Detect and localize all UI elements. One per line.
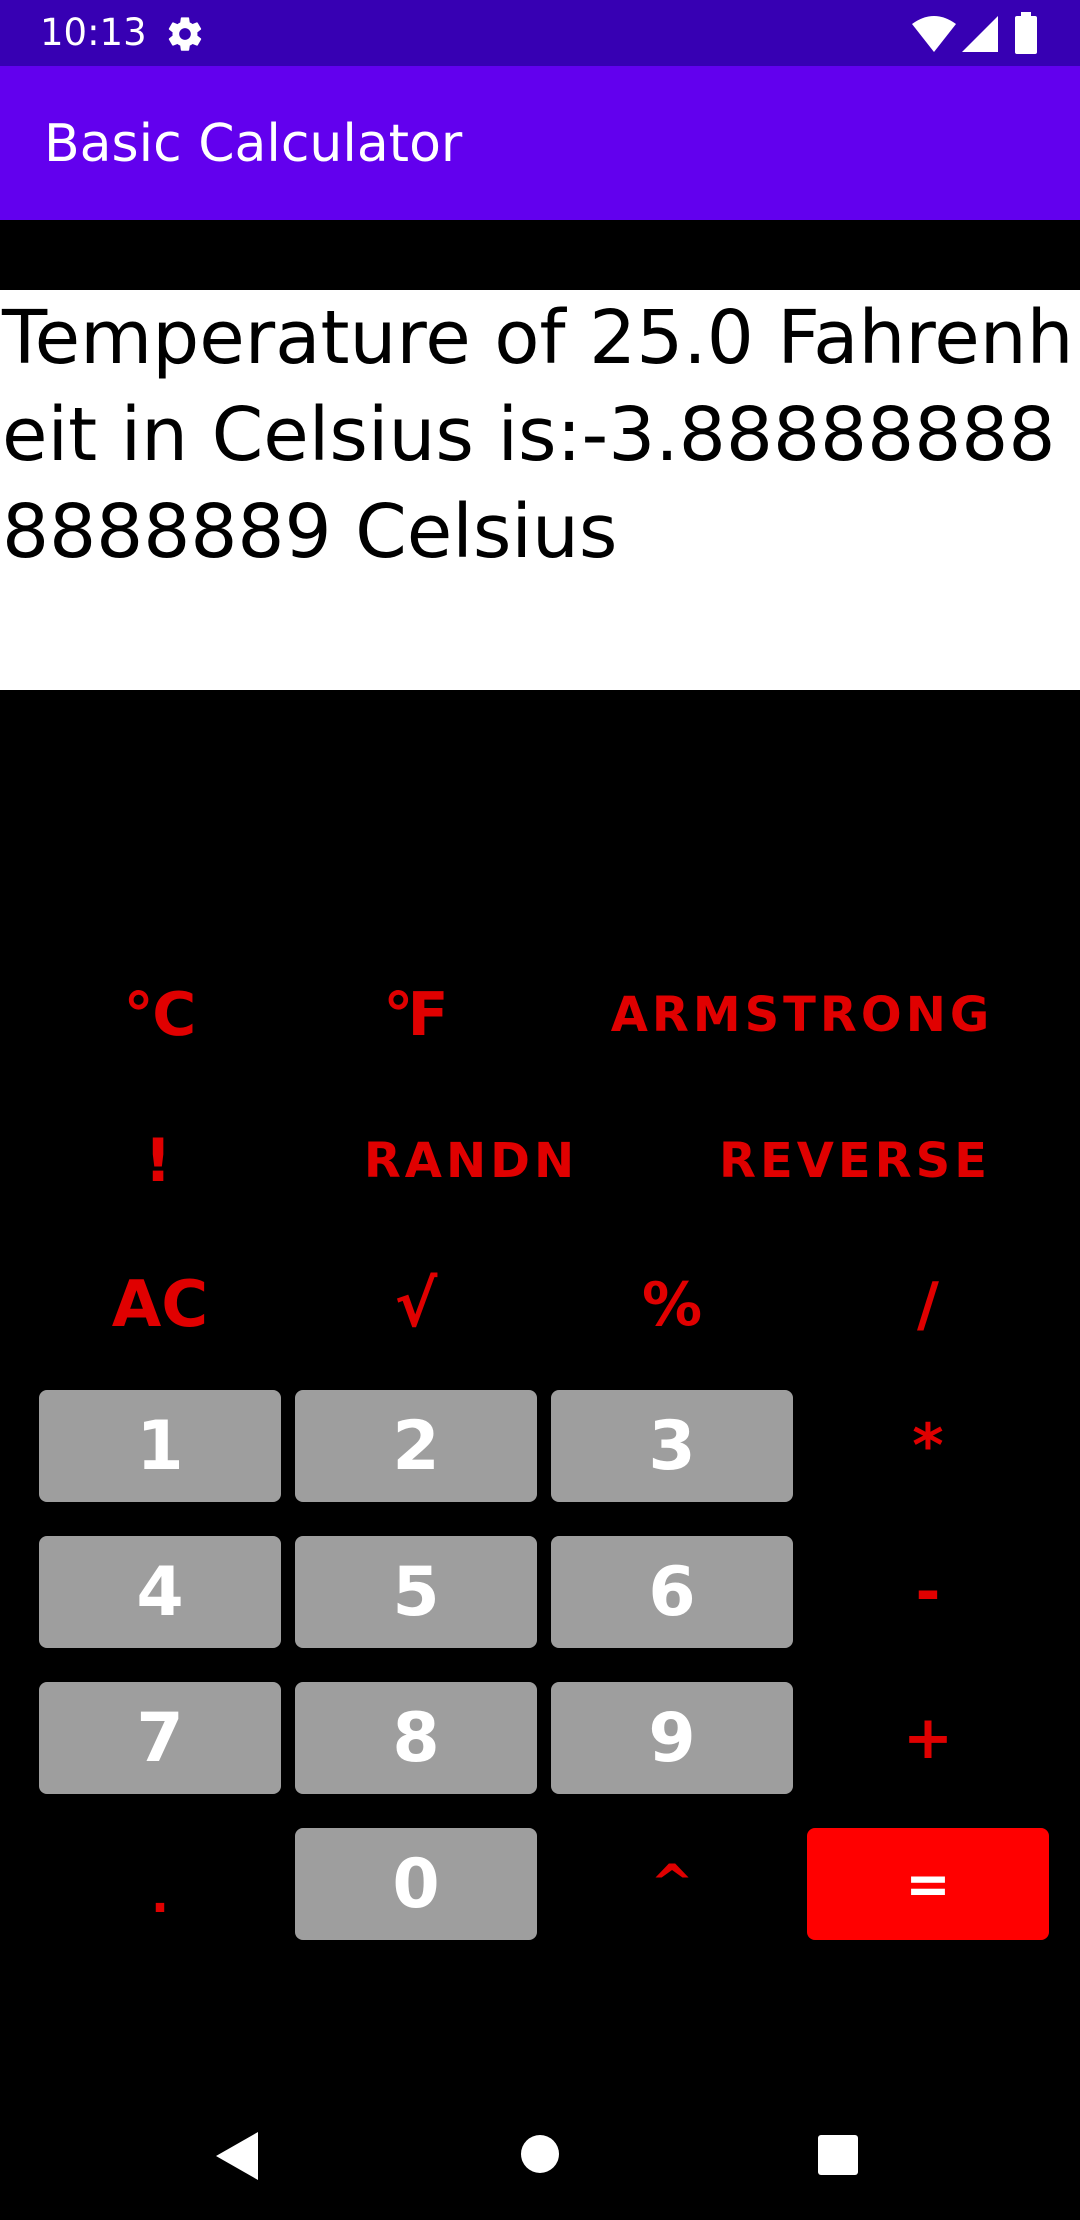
equals-button[interactable]: = <box>807 1828 1049 1940</box>
digit-9-button[interactable]: 9 <box>551 1682 793 1794</box>
wifi-icon <box>912 16 956 52</box>
armstrong-button[interactable]: ARMSTRONG <box>552 960 1052 1070</box>
celsius-button[interactable]: ℃ <box>40 960 280 1070</box>
reverse-button[interactable]: REVERSE <box>680 1106 1030 1216</box>
ac-button[interactable]: AC <box>40 1250 280 1360</box>
navigation-bar <box>0 2088 1080 2220</box>
signal-icon <box>962 16 998 52</box>
factorial-button[interactable]: ! <box>40 1106 280 1216</box>
recents-icon[interactable] <box>817 2134 859 2176</box>
fahrenheit-button[interactable]: ℉ <box>296 960 536 1070</box>
power-button[interactable]: ^ <box>552 1828 792 1940</box>
randn-button[interactable]: RANDN <box>296 1106 646 1216</box>
result-text: Temperature of 25.0 Fahrenheit in Celsiu… <box>2 295 1074 575</box>
result-display: Temperature of 25.0 Fahrenheit in Celsiu… <box>0 290 1080 690</box>
divide-button[interactable]: / <box>808 1250 1048 1360</box>
home-icon[interactable] <box>520 2134 560 2174</box>
back-icon[interactable] <box>216 2132 260 2180</box>
digit-1-button[interactable]: 1 <box>39 1390 281 1502</box>
plus-button[interactable]: + <box>808 1682 1048 1794</box>
percent-button[interactable]: % <box>552 1250 792 1360</box>
digit-4-button[interactable]: 4 <box>39 1536 281 1648</box>
decimal-button[interactable]: . <box>40 1828 280 1940</box>
digit-0-button[interactable]: 0 <box>295 1828 537 1940</box>
minus-button[interactable]: - <box>808 1536 1048 1648</box>
gear-icon <box>168 17 202 51</box>
multiply-button[interactable]: * <box>808 1390 1048 1502</box>
app-title: Basic Calculator <box>44 114 463 174</box>
sqrt-button[interactable]: √ <box>296 1250 536 1360</box>
digit-7-button[interactable]: 7 <box>39 1682 281 1794</box>
digit-6-button[interactable]: 6 <box>551 1536 793 1648</box>
app-bar: Basic Calculator <box>0 66 1080 220</box>
digit-5-button[interactable]: 5 <box>295 1536 537 1648</box>
digit-8-button[interactable]: 8 <box>295 1682 537 1794</box>
digit-3-button[interactable]: 3 <box>551 1390 793 1502</box>
battery-icon <box>1015 12 1037 54</box>
status-bar: 10:13 <box>0 0 1080 66</box>
status-time: 10:13 <box>40 11 147 54</box>
digit-2-button[interactable]: 2 <box>295 1390 537 1502</box>
